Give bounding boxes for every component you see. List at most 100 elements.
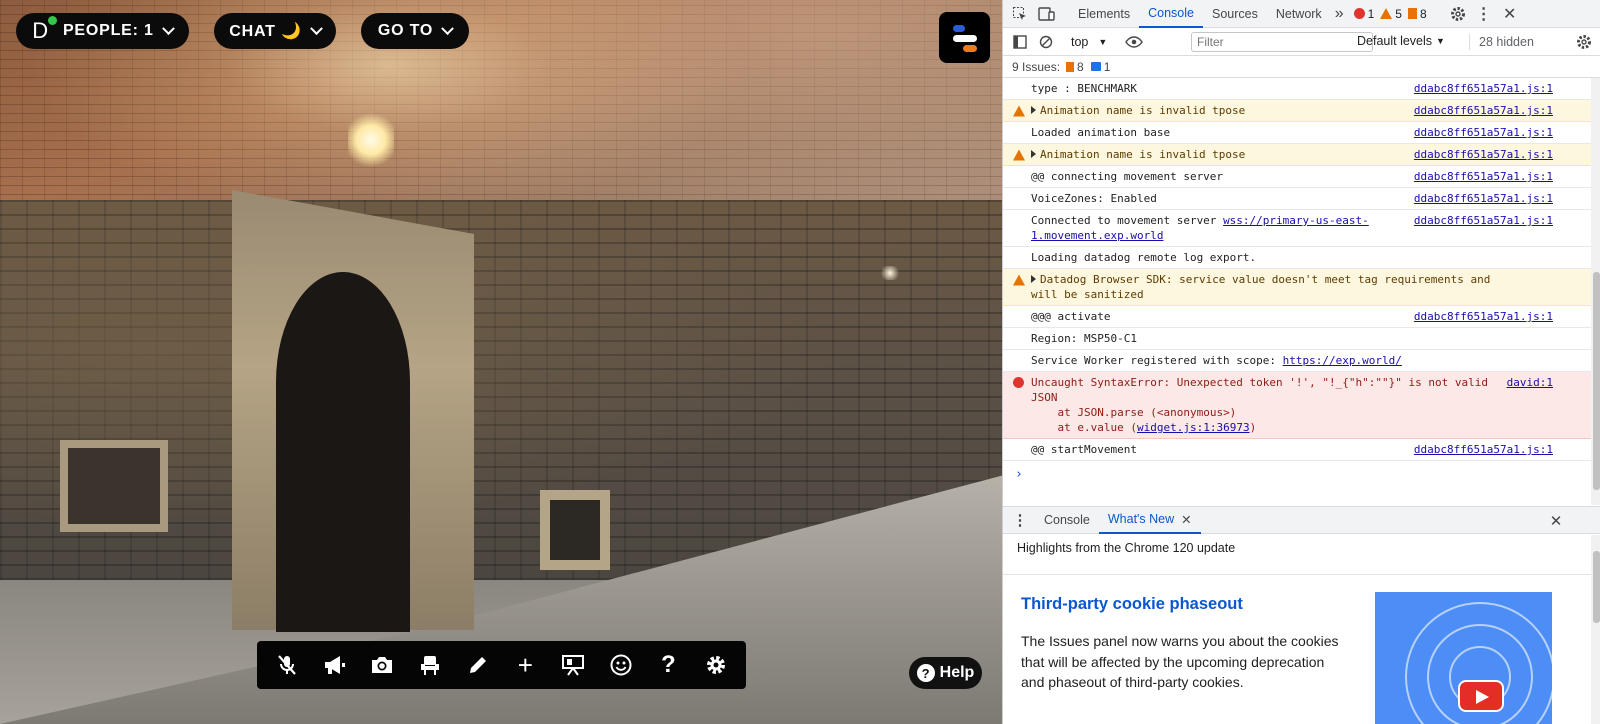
context-selector[interactable]: top ▼ bbox=[1071, 35, 1107, 49]
wall-lamp bbox=[348, 112, 394, 168]
source-link[interactable]: ddabc8ff651a57a1.js:1 bbox=[1414, 103, 1553, 118]
gear-icon[interactable] bbox=[701, 650, 731, 680]
question-icon[interactable]: ? bbox=[653, 650, 683, 680]
chat-button[interactable]: CHAT 🌙 bbox=[214, 13, 336, 49]
chat-label: CHAT 🌙 bbox=[229, 23, 302, 40]
console-settings-icon[interactable] bbox=[1571, 28, 1597, 56]
issue-orange-icon bbox=[1066, 61, 1075, 72]
whats-new-body: The Issues panel now warns you about the… bbox=[1021, 633, 1339, 690]
drawer-tab-whats-new[interactable]: What's New ✕ bbox=[1098, 506, 1201, 534]
hidden-count: 28 hidden bbox=[1479, 35, 1534, 49]
camera-icon[interactable] bbox=[367, 650, 397, 680]
message-text: Uncaught SyntaxError: Unexpected token '… bbox=[1031, 376, 1488, 434]
console-message-info[interactable]: type : BENCHMARK ddabc8ff651a57a1.js:1 bbox=[1003, 78, 1591, 100]
message-link[interactable]: widget.js:1:36973 bbox=[1137, 421, 1250, 434]
filter-input[interactable] bbox=[1191, 32, 1373, 52]
chrome-devtools: Elements Console Sources Network » 1 5 8… bbox=[1002, 0, 1600, 724]
console-message-warn[interactable]: Datadog Browser SDK: service value doesn… bbox=[1003, 269, 1591, 306]
tab-network[interactable]: Network bbox=[1267, 0, 1331, 28]
log-levels-dropdown[interactable]: Default levels ▼ bbox=[1357, 34, 1445, 48]
presentation-icon[interactable] bbox=[558, 650, 588, 680]
more-tabs-button[interactable]: » bbox=[1331, 0, 1348, 28]
console-message-info[interactable]: @@ startMovement ddabc8ff651a57a1.js:1 bbox=[1003, 439, 1591, 461]
warning-count-badge[interactable]: 5 bbox=[1380, 7, 1402, 21]
eye-icon[interactable] bbox=[1121, 28, 1147, 56]
whats-new-title[interactable]: Third-party cookie phaseout bbox=[1021, 595, 1243, 614]
drawer-tabbar: ⋮ Console What's New ✕ ✕ bbox=[1003, 506, 1600, 534]
message-link[interactable]: https://exp.world/ bbox=[1283, 354, 1402, 367]
console-message-info[interactable]: Service Worker registered with scope: ht… bbox=[1003, 350, 1591, 372]
message-text: Animation name is invalid tpose bbox=[1040, 104, 1246, 117]
help-button[interactable]: ? Help bbox=[909, 657, 982, 689]
issues-label: 9 Issues: bbox=[1012, 59, 1061, 74]
console-message-info[interactable]: Region: MSP50-C1 bbox=[1003, 328, 1591, 350]
pencil-icon[interactable] bbox=[463, 650, 493, 680]
mic-off-icon[interactable] bbox=[272, 650, 302, 680]
megaphone-icon[interactable] bbox=[320, 650, 350, 680]
tab-elements[interactable]: Elements bbox=[1069, 0, 1139, 28]
drawer-menu-icon[interactable]: ⋮ bbox=[1007, 506, 1033, 534]
source-link[interactable]: ddabc8ff651a57a1.js:1 bbox=[1414, 125, 1553, 140]
bottom-toolbar: + ? bbox=[257, 641, 746, 689]
issue-info-icon bbox=[1090, 62, 1101, 71]
message-text: Datadog Browser SDK: service value doesn… bbox=[1031, 273, 1497, 301]
close-tab-icon[interactable]: ✕ bbox=[1181, 512, 1191, 527]
close-drawer-icon[interactable]: ✕ bbox=[1543, 507, 1569, 535]
warning-icon bbox=[1380, 8, 1393, 19]
plus-glyph: + bbox=[517, 649, 533, 680]
source-link[interactable]: ddabc8ff651a57a1.js:1 bbox=[1414, 191, 1553, 206]
console-message-info[interactable]: Connected to movement server wss://prima… bbox=[1003, 210, 1591, 247]
emoji-icon[interactable] bbox=[606, 650, 636, 680]
source-link[interactable]: ddabc8ff651a57a1.js:1 bbox=[1414, 309, 1553, 324]
source-link[interactable]: ddabc8ff651a57a1.js:1 bbox=[1414, 147, 1553, 162]
chrome-video-thumbnail[interactable] bbox=[1375, 592, 1552, 724]
expand-triangle-icon[interactable] bbox=[1031, 106, 1036, 114]
warning-count: 5 bbox=[1395, 6, 1402, 21]
source-link[interactable]: david:1 bbox=[1507, 375, 1553, 390]
console-message-info[interactable]: VoiceZones: Enabled ddabc8ff651a57a1.js:1 bbox=[1003, 188, 1591, 210]
tab-sources[interactable]: Sources bbox=[1203, 0, 1267, 28]
message-text: VoiceZones: Enabled bbox=[1031, 192, 1157, 205]
error-count-badge[interactable]: 1 bbox=[1353, 7, 1374, 21]
play-video-icon[interactable] bbox=[1458, 680, 1504, 712]
issue-count: 8 bbox=[1419, 6, 1427, 21]
console-scrollbar-thumb[interactable] bbox=[1593, 272, 1600, 490]
console-message-info[interactable]: @@ connecting movement server ddabc8ff651… bbox=[1003, 166, 1591, 188]
source-link[interactable]: ddabc8ff651a57a1.js:1 bbox=[1414, 213, 1553, 228]
divider bbox=[1003, 574, 1591, 575]
log-levels-label: Default levels bbox=[1357, 34, 1433, 48]
console-prompt[interactable]: › bbox=[1015, 467, 1591, 482]
close-devtools-icon[interactable]: ✕ bbox=[1497, 0, 1523, 28]
expand-triangle-icon[interactable] bbox=[1031, 275, 1036, 283]
expand-triangle-icon[interactable] bbox=[1031, 150, 1036, 158]
console-message-error[interactable]: Uncaught SyntaxError: Unexpected token '… bbox=[1003, 372, 1591, 439]
message-text: Loading datadog remote log export. bbox=[1031, 251, 1257, 264]
menu-bar-blue bbox=[953, 25, 965, 32]
device-toolbar-icon[interactable] bbox=[1033, 0, 1059, 28]
dropdown-arrow-icon: ▼ bbox=[1098, 36, 1108, 47]
drawer-scrollbar-thumb[interactable] bbox=[1593, 551, 1600, 623]
app-menu-button[interactable] bbox=[939, 12, 990, 63]
virtual-world-viewport[interactable]: D PEOPLE: 1 CHAT 🌙 GO TO + ? ? Help bbox=[0, 0, 1023, 724]
console-message-info[interactable]: @@@ activate ddabc8ff651a57a1.js:1 bbox=[1003, 306, 1591, 328]
sidebar-toggle-icon[interactable] bbox=[1007, 28, 1033, 56]
tab-console[interactable]: Console bbox=[1139, 0, 1203, 28]
console-message-info[interactable]: Loading datadog remote log export. bbox=[1003, 247, 1591, 269]
settings-gear-icon[interactable] bbox=[1445, 0, 1471, 28]
console-message-warn[interactable]: Animation name is invalid tpose ddabc8ff6… bbox=[1003, 144, 1591, 166]
clear-console-icon[interactable] bbox=[1033, 28, 1059, 56]
people-button[interactable]: D PEOPLE: 1 bbox=[16, 13, 189, 49]
seat-icon[interactable] bbox=[415, 650, 445, 680]
plus-icon[interactable]: + bbox=[510, 650, 540, 680]
console-message-warn[interactable]: Animation name is invalid tpose ddabc8ff6… bbox=[1003, 100, 1591, 122]
drawer-tab-console[interactable]: Console bbox=[1035, 506, 1099, 534]
source-link[interactable]: ddabc8ff651a57a1.js:1 bbox=[1414, 81, 1553, 96]
issues-bar[interactable]: 9 Issues: 8 1 bbox=[1003, 56, 1600, 78]
source-link[interactable]: ddabc8ff651a57a1.js:1 bbox=[1414, 442, 1553, 457]
issue-count-badge[interactable]: 8 bbox=[1407, 6, 1427, 21]
kebab-menu-icon[interactable]: ⋮ bbox=[1471, 0, 1497, 28]
go-to-button[interactable]: GO TO bbox=[361, 13, 469, 49]
inspect-element-icon[interactable] bbox=[1007, 0, 1033, 28]
console-message-info[interactable]: Loaded animation base ddabc8ff651a57a1.js… bbox=[1003, 122, 1591, 144]
source-link[interactable]: ddabc8ff651a57a1.js:1 bbox=[1414, 169, 1553, 184]
